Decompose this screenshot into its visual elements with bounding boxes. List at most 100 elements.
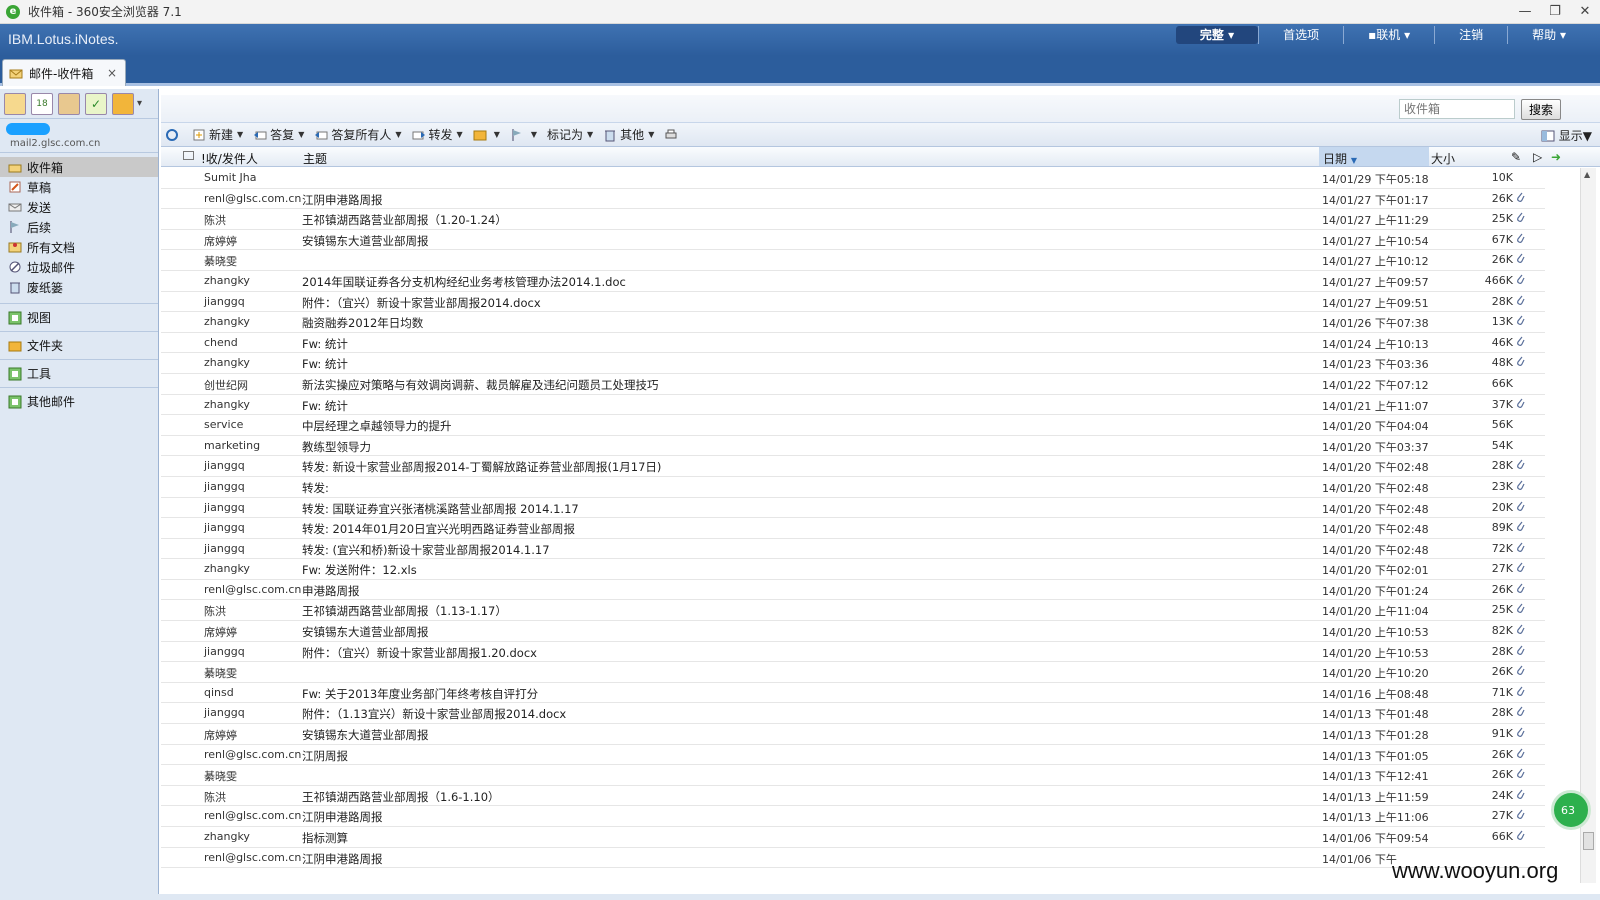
message-date: 14/01/27 下午01:17 bbox=[1322, 193, 1429, 207]
message-row[interactable]: jianggq 附件：（宜兴）新设十家营业部周报2014.docx 14/01/27… bbox=[161, 292, 1545, 313]
message-row[interactable]: chend Fw: 统计 14/01/24 上午10:13 46K bbox=[161, 333, 1545, 354]
message-row[interactable]: service 中层经理之卓越领导力的提升 14/01/20 下午04:04 56K bbox=[161, 415, 1545, 436]
message-row[interactable]: zhangky Fw: 统计 14/01/21 上午11:07 37K bbox=[161, 395, 1545, 416]
menu-help[interactable]: 帮助 ▾ bbox=[1507, 26, 1590, 44]
calendar-app-icon[interactable]: 18 bbox=[31, 92, 53, 115]
message-row[interactable]: 席婷婷 安镇锡东大道营业部周报 14/01/20 上午10:53 82K bbox=[161, 621, 1545, 642]
show-button[interactable]: 显示 ▼ bbox=[1541, 127, 1592, 144]
attachment-icon bbox=[1516, 644, 1525, 659]
column-size[interactable]: 大小 bbox=[1431, 150, 1455, 167]
column-subject[interactable]: 主题 bbox=[303, 150, 327, 167]
message-row[interactable]: 綦晓雯 14/01/27 上午10:12 26K bbox=[161, 250, 1545, 271]
message-row[interactable]: renl@glsc.com.cn 江阴申港路周报 14/01/13 上午11:06 2… bbox=[161, 806, 1545, 827]
message-size: 72K bbox=[1491, 541, 1513, 555]
notebook-app-icon[interactable] bbox=[112, 92, 134, 115]
tab-mail-inbox[interactable]: 邮件-收件箱 × bbox=[2, 59, 126, 86]
new-button[interactable]: 新建 ▼ bbox=[192, 126, 243, 143]
search-button[interactable]: 搜索 bbox=[1521, 99, 1561, 120]
contacts-app-icon[interactable] bbox=[58, 92, 80, 115]
flag-column-icon[interactable]: ▷ bbox=[1533, 150, 1542, 164]
menu-preferences[interactable]: 首选项 bbox=[1258, 26, 1343, 44]
maximize-button[interactable]: ❐ bbox=[1540, 0, 1570, 22]
next-arrow-icon[interactable]: ➜ bbox=[1551, 150, 1561, 164]
minimize-button[interactable]: — bbox=[1510, 0, 1540, 22]
message-row[interactable]: zhangky Fw: 发送附件：12.xls 14/01/20 下午02:01 27… bbox=[161, 559, 1545, 580]
section-tools[interactable]: 工具 bbox=[0, 359, 158, 387]
message-row[interactable]: jianggq 转发: 14/01/20 下午02:48 23K bbox=[161, 477, 1545, 498]
menu-full[interactable]: 完整 ▾ bbox=[1175, 26, 1259, 44]
message-row[interactable]: renl@glsc.com.cn 申港路周报 14/01/20 下午01:24 26K bbox=[161, 580, 1545, 601]
folder-sent[interactable]: 发送 bbox=[0, 197, 158, 217]
mail-toolbar: 新建 ▼ 答复 ▼ 答复所有人 ▼ 转发 ▼ ▼ ▼ 标记为 ▼ 其他 ▼ 显示 ▼ bbox=[161, 123, 1600, 147]
reply-all-button[interactable]: 答复所有人 ▼ bbox=[314, 126, 402, 143]
todo-app-icon[interactable]: ✓ bbox=[85, 92, 107, 115]
section-other-mail[interactable]: 其他邮件 bbox=[0, 387, 158, 415]
message-row[interactable]: 席婷婷 安镇锡东大道营业部周报 14/01/27 上午10:54 67K bbox=[161, 230, 1545, 251]
folder-followup[interactable]: 后续 bbox=[0, 217, 158, 237]
envelope-column-icon[interactable] bbox=[183, 151, 194, 160]
message-row[interactable]: renl@glsc.com.cn 江阴申港路周报 14/01/27 下午01:17 2… bbox=[161, 189, 1545, 210]
follow-up-button[interactable]: ▼ bbox=[510, 128, 537, 142]
mark-as-button[interactable]: 标记为 ▼ bbox=[547, 126, 593, 143]
mail-app-icon[interactable] bbox=[4, 92, 26, 115]
section-views[interactable]: 视图 bbox=[0, 303, 158, 331]
message-row[interactable]: jianggq 附件：（1.13宜兴）新设十家营业部周报2014.docx 14/0… bbox=[161, 703, 1545, 725]
scroll-thumb[interactable] bbox=[1583, 832, 1594, 850]
section-folders[interactable]: 文件夹 bbox=[0, 331, 158, 359]
message-row[interactable]: marketing 教练型领导力 14/01/20 下午03:37 54K bbox=[161, 436, 1545, 457]
folder-junk[interactable]: 垃圾邮件 bbox=[0, 257, 158, 277]
forward-button[interactable]: 转发 ▼ bbox=[412, 126, 463, 143]
folder-inbox[interactable]: 收件箱 bbox=[0, 157, 158, 177]
message-row[interactable]: zhangky 指标测算 14/01/06 下午09:54 66K bbox=[161, 827, 1545, 848]
message-row[interactable]: 綦晓雯 14/01/20 上午10:20 26K bbox=[161, 662, 1545, 683]
message-row[interactable]: Sumit Jha 14/01/29 下午05:18 10K bbox=[161, 168, 1545, 189]
message-row[interactable]: zhangky 2014年国联证券各分支机构经纪业务考核管理办法2014.1.do… bbox=[161, 271, 1545, 292]
message-row[interactable]: jianggq 转发: 新设十家营业部周报2014-丁蜀解放路证券营业部周报(1月… bbox=[161, 456, 1545, 477]
message-row[interactable]: qinsd Fw: 关于2013年度业务部门年终考核自评打分 14/01/16 上午… bbox=[161, 683, 1545, 704]
tab-label: 邮件-收件箱 bbox=[29, 66, 94, 81]
folder-drafts[interactable]: 草稿 bbox=[0, 177, 158, 197]
message-row[interactable]: 创世纪网 新法实操应对策略与有效调岗调薪、裁员解雇及违纪问题员工处理技巧 14/01… bbox=[161, 374, 1545, 395]
move-to-folder-button[interactable]: ▼ bbox=[473, 128, 500, 142]
menu-online[interactable]: ▪联机 ▾ bbox=[1343, 26, 1434, 44]
search-input[interactable] bbox=[1399, 99, 1515, 119]
message-row[interactable]: jianggq 附件：（宜兴）新设十家营业部周报1.20.docx 14/01/20… bbox=[161, 642, 1545, 663]
message-row[interactable]: 陈洪 王祁镇湖西路营业部周报（1.13-1.17） 14/01/20 上午11:04… bbox=[161, 600, 1545, 622]
attachment-icon bbox=[1516, 664, 1525, 679]
print-button[interactable] bbox=[664, 128, 681, 142]
message-size: 28K bbox=[1491, 644, 1513, 658]
more-apps-icon[interactable]: ▾ bbox=[137, 98, 142, 109]
refresh-button[interactable] bbox=[165, 128, 182, 142]
message-row[interactable]: jianggq 转发: 2014年01月20日宜兴光明西路证券营业部周报 14/01… bbox=[161, 518, 1545, 539]
reply-button[interactable]: 答复 ▼ bbox=[253, 126, 304, 143]
message-row[interactable]: jianggq 转发: (宜兴和桥)新设十家营业部周报2014.1.17 14/01… bbox=[161, 539, 1545, 560]
folder-all-documents[interactable]: 所有文档 bbox=[0, 237, 158, 257]
message-size: 26K bbox=[1491, 253, 1513, 267]
attachment-icon bbox=[1516, 705, 1525, 720]
message-row[interactable]: 陈洪 王祁镇湖西路营业部周报（1.20-1.24） 14/01/27 上午11:29… bbox=[161, 209, 1545, 230]
message-row[interactable]: zhangky Fw: 统计 14/01/23 下午03:36 48K bbox=[161, 353, 1545, 374]
column-header: !收/发件人 主题 日期 ▼ 大小 ✎ ▷ ➜ bbox=[161, 147, 1600, 167]
close-window-button[interactable]: ✕ bbox=[1570, 0, 1600, 22]
message-row[interactable]: zhangky 融资融券2012年日均数 14/01/26 下午07:38 13K bbox=[161, 312, 1545, 333]
message-size: 66K bbox=[1491, 376, 1513, 390]
other-button[interactable]: 其他 ▼ bbox=[603, 126, 654, 143]
message-row[interactable]: 綦晓雯 14/01/13 下午12:41 26K bbox=[161, 765, 1545, 786]
attachment-column-icon[interactable]: ✎ bbox=[1511, 150, 1521, 164]
vertical-scrollbar[interactable]: ▲ bbox=[1580, 168, 1596, 883]
menu-logout[interactable]: 注销 bbox=[1434, 26, 1507, 44]
message-row[interactable]: renl@glsc.com.cn 江阴申港路周报 14/01/06 下午 bbox=[161, 848, 1545, 869]
message-row[interactable]: jianggq 转发: 国联证券宜兴张渚桃溪路营业部周报 2014.1.17 14/… bbox=[161, 498, 1545, 519]
message-sender: 綦晓雯 bbox=[204, 770, 237, 784]
message-subject: 转发: 新设十家营业部周报2014-丁蜀解放路证券营业部周报(1月17日) bbox=[302, 460, 662, 475]
message-row[interactable]: 陈洪 王祁镇湖西路营业部周报（1.6-1.10） 14/01/13 上午11:59 2… bbox=[161, 786, 1545, 807]
message-date: 14/01/20 下午02:48 bbox=[1322, 543, 1429, 557]
folder-trash[interactable]: 废纸篓 bbox=[0, 277, 158, 297]
message-row[interactable]: renl@glsc.com.cn 江阴周报 14/01/13 下午01:05 26K bbox=[161, 745, 1545, 766]
scroll-up-icon[interactable]: ▲ bbox=[1584, 170, 1590, 179]
column-sender[interactable]: !收/发件人 bbox=[201, 150, 258, 167]
close-tab-icon[interactable]: × bbox=[107, 66, 117, 80]
floating-badge[interactable]: 63 bbox=[1551, 790, 1591, 830]
column-date[interactable]: 日期 ▼ bbox=[1319, 147, 1429, 166]
message-row[interactable]: 席婷婷 安镇锡东大道营业部周报 14/01/13 下午01:28 91K bbox=[161, 724, 1545, 745]
